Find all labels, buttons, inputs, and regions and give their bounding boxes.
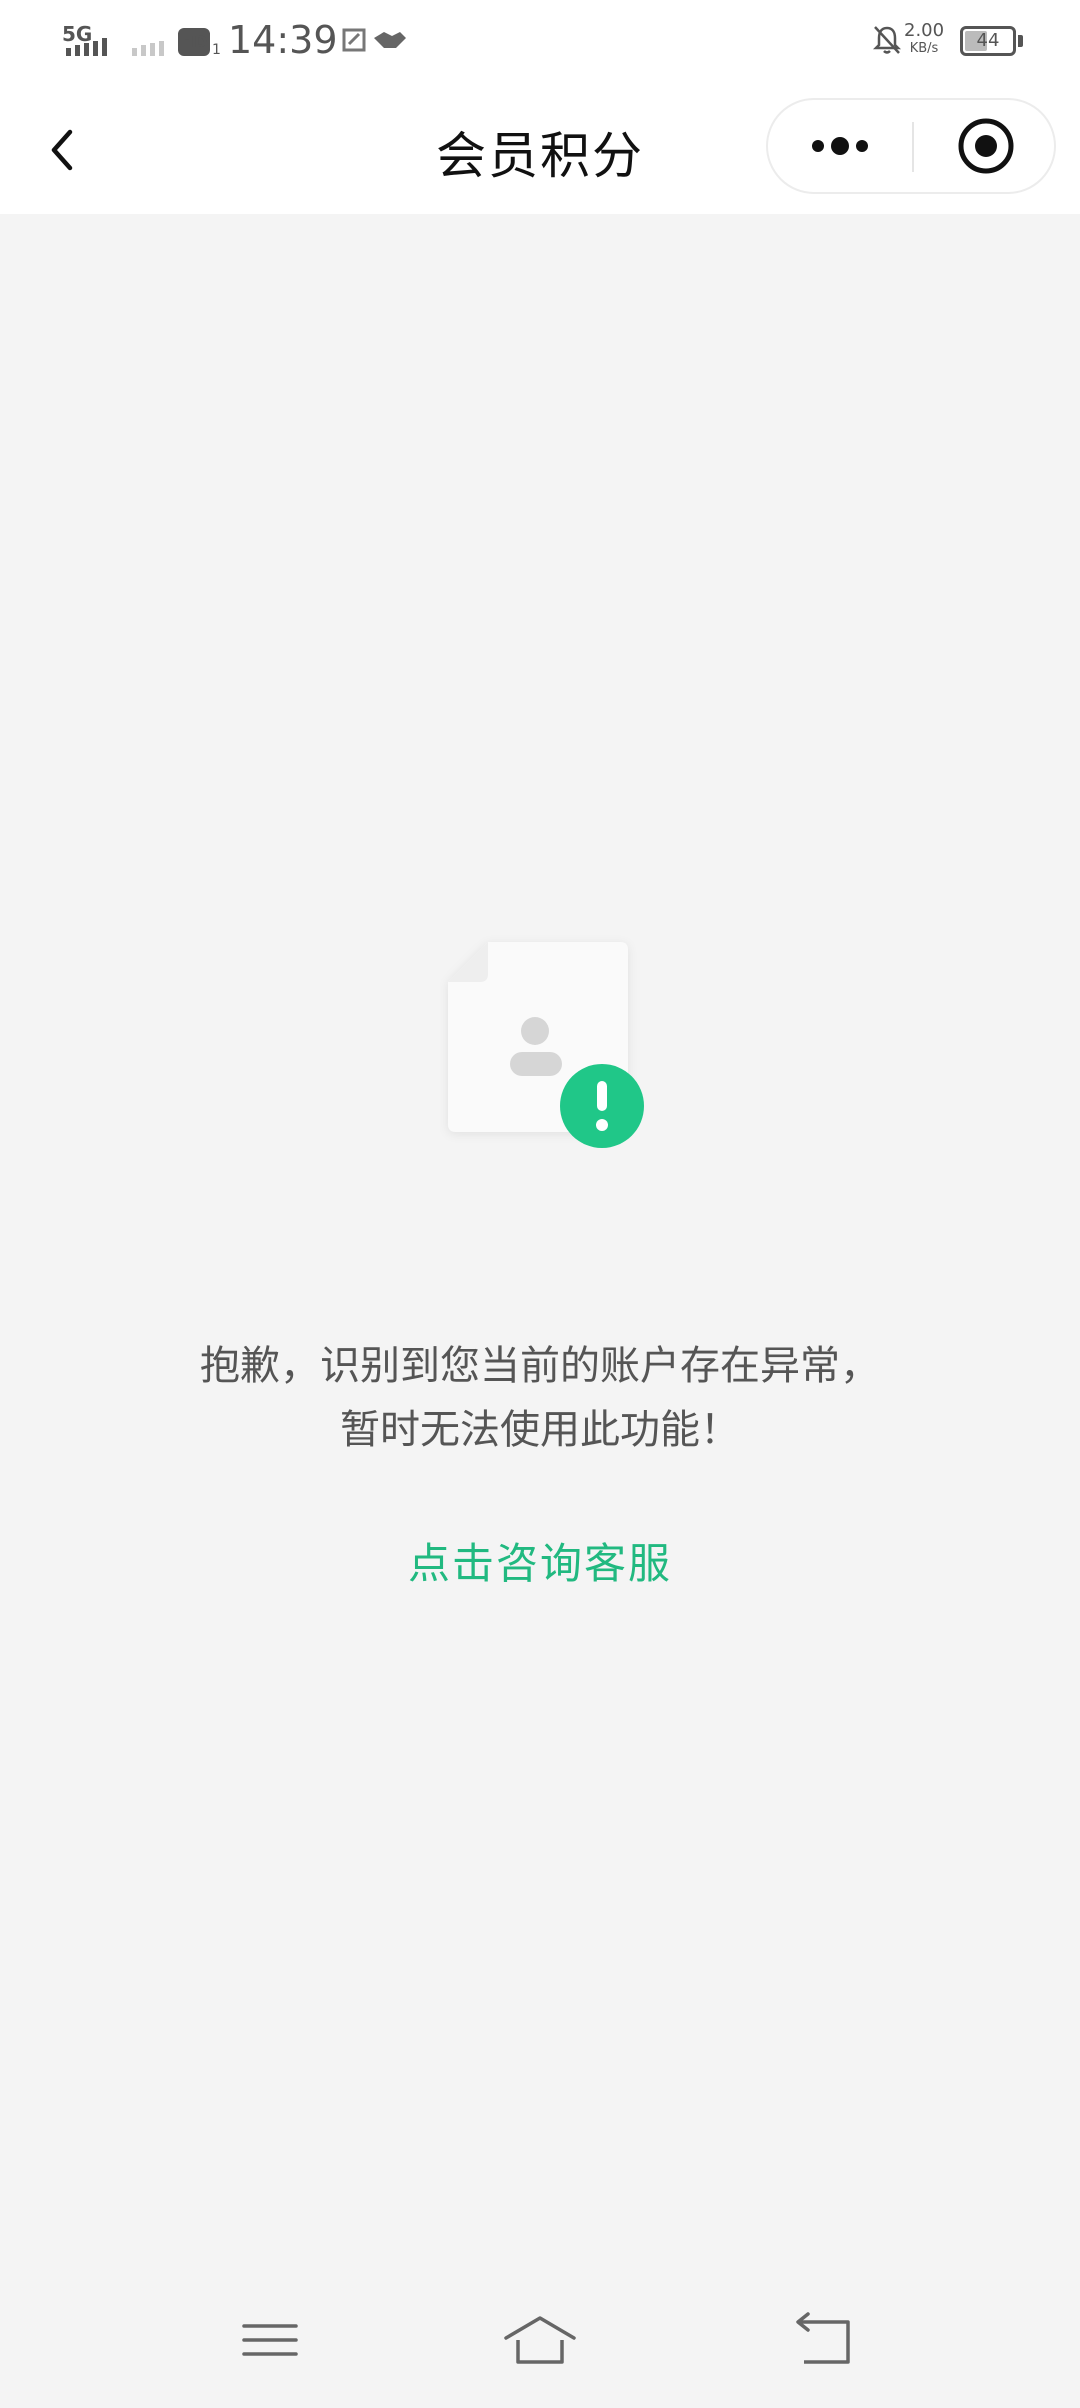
error-message-line2: 暂时无法使用此功能！ <box>340 1407 740 1453</box>
back-icon[interactable] <box>782 2310 862 2370</box>
signal-bars-icon <box>66 38 107 56</box>
battery-level: 44 <box>976 30 1000 51</box>
main-content: 抱歉，识别到您当前的账户存在异常， 暂时无法使用此功能！ 点击咨询客服 <box>0 214 1080 2270</box>
mini-program-capsule <box>766 98 1056 194</box>
screenshot-icon <box>342 28 366 52</box>
nav-bar: 会员积分 <box>0 84 1080 214</box>
system-nav-bar <box>0 2270 1080 2408</box>
close-target-icon[interactable] <box>914 100 1054 192</box>
battery-tip <box>1018 35 1023 47</box>
error-message-line1: 抱歉，识别到您当前的账户存在异常， <box>200 1343 880 1389</box>
error-message: 抱歉，识别到您当前的账户存在异常， 暂时无法使用此功能！ <box>0 1334 1080 1462</box>
contact-service-link[interactable]: 点击咨询客服 <box>360 1530 720 1591</box>
battery-icon: 44 <box>960 26 1016 56</box>
home-icon[interactable] <box>500 2310 580 2370</box>
bell-off-icon <box>872 26 902 54</box>
network-speed: 2.00 KB/s <box>904 22 944 58</box>
speed-unit: KB/s <box>909 41 939 56</box>
handshake-icon <box>374 32 406 48</box>
signal-bars-icon <box>132 41 164 56</box>
account-warning-icon <box>448 942 644 1148</box>
clock: 14:39 <box>228 18 338 62</box>
speed-value: 2.00 <box>904 20 945 41</box>
hd-sim-label: 1 <box>212 42 221 58</box>
hd-badge: HD <box>178 28 210 56</box>
more-dots-icon[interactable] <box>768 100 912 192</box>
menu-icon[interactable] <box>230 2310 310 2370</box>
status-bar: 5G HD 1 14:39 2.00 KB/s 44 <box>0 0 1080 84</box>
